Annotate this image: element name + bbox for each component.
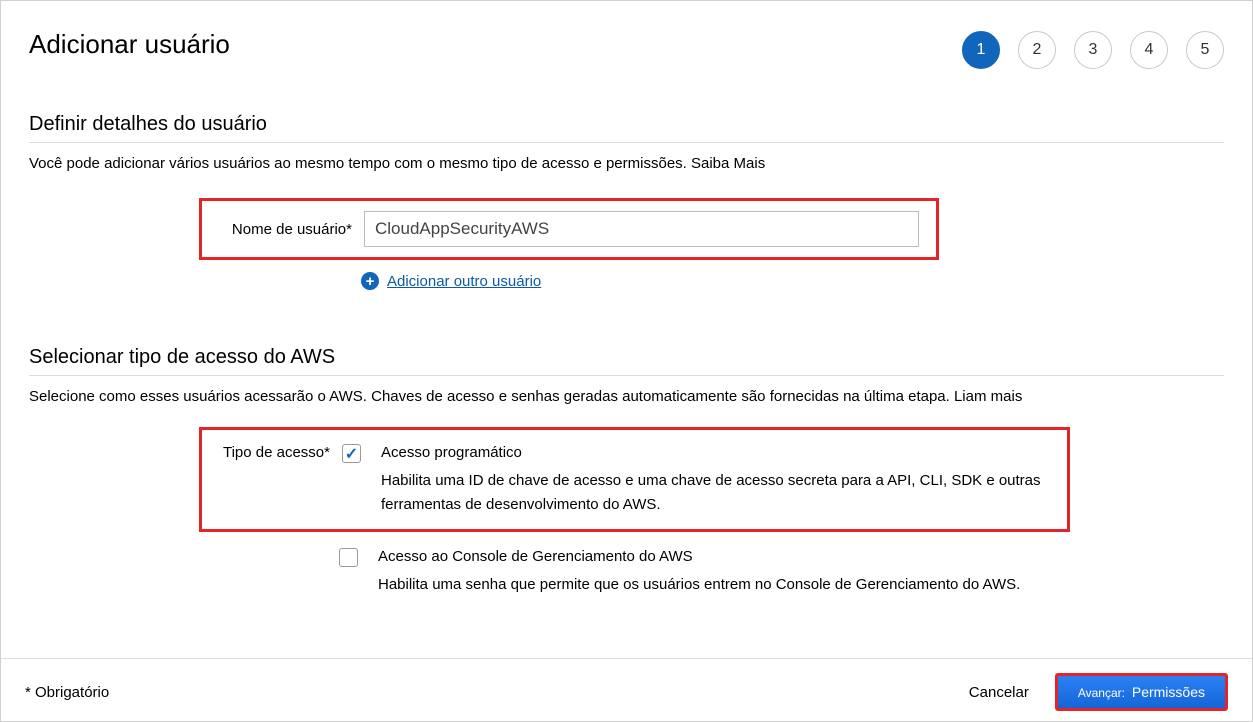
step-4[interactable]: 4 — [1130, 31, 1168, 69]
access-programmatic-title: Acesso programático — [381, 444, 1055, 461]
required-note: * Obrigatório — [25, 684, 109, 701]
page-title: Adicionar usuário — [29, 29, 230, 60]
step-3[interactable]: 3 — [1074, 31, 1112, 69]
username-highlight: Nome de usuário* — [199, 198, 939, 260]
access-option-programmatic: Tipo de acesso* Acesso programático Habi… — [214, 444, 1055, 517]
access-option-console: Acesso ao Console de Gerenciamento do AW… — [199, 548, 1224, 597]
access-programmatic-desc: Habilita uma ID de chave de acesso e uma… — [381, 469, 1055, 517]
access-type-label: Tipo de acesso* — [214, 444, 342, 461]
username-input[interactable] — [364, 211, 919, 247]
footer-actions: Cancelar Avançar: Permissões — [969, 673, 1228, 711]
username-label: Nome de usuário* — [214, 221, 364, 238]
next-label: Permissões — [1132, 684, 1205, 700]
access-console-desc: Habilita uma senha que permite que os us… — [378, 573, 1224, 597]
section-user-details-desc: Você pode adicionar vários usuários ao m… — [29, 155, 1224, 172]
footer: * Obrigatório Cancelar Avançar: Permissõ… — [1, 658, 1252, 721]
next-prefix: Avançar: — [1078, 686, 1125, 700]
username-row: Nome de usuário* — [214, 211, 924, 247]
add-another-user-link[interactable]: Adicionar outro usuário — [387, 273, 541, 290]
access-programmatic-content: Acesso programático Habilita uma ID de c… — [381, 444, 1055, 517]
wizard-container: Adicionar usuário 1 2 3 4 5 Definir deta… — [0, 0, 1253, 722]
plus-icon: + — [361, 272, 379, 290]
access-console-content: Acesso ao Console de Gerenciamento do AW… — [378, 548, 1224, 597]
header: Adicionar usuário 1 2 3 4 5 — [29, 29, 1224, 69]
wizard-steps: 1 2 3 4 5 — [962, 31, 1224, 69]
access-type-highlight: Tipo de acesso* Acesso programático Habi… — [199, 427, 1070, 532]
checkbox-programmatic[interactable] — [342, 444, 361, 463]
step-2[interactable]: 2 — [1018, 31, 1056, 69]
section-user-details-title: Definir detalhes do usuário — [29, 113, 1224, 143]
checkbox-console[interactable] — [339, 548, 358, 567]
next-permissions-button[interactable]: Avançar: Permissões — [1055, 673, 1228, 711]
section-access-desc: Selecione como esses usuários acessarão … — [29, 388, 1224, 405]
step-5[interactable]: 5 — [1186, 31, 1224, 69]
add-another-user-row: + Adicionar outro usuário — [361, 272, 1224, 290]
access-console-title: Acesso ao Console de Gerenciamento do AW… — [378, 548, 1224, 565]
cancel-button[interactable]: Cancelar — [969, 684, 1029, 701]
step-1[interactable]: 1 — [962, 31, 1000, 69]
section-access-title: Selecionar tipo de acesso do AWS — [29, 346, 1224, 376]
